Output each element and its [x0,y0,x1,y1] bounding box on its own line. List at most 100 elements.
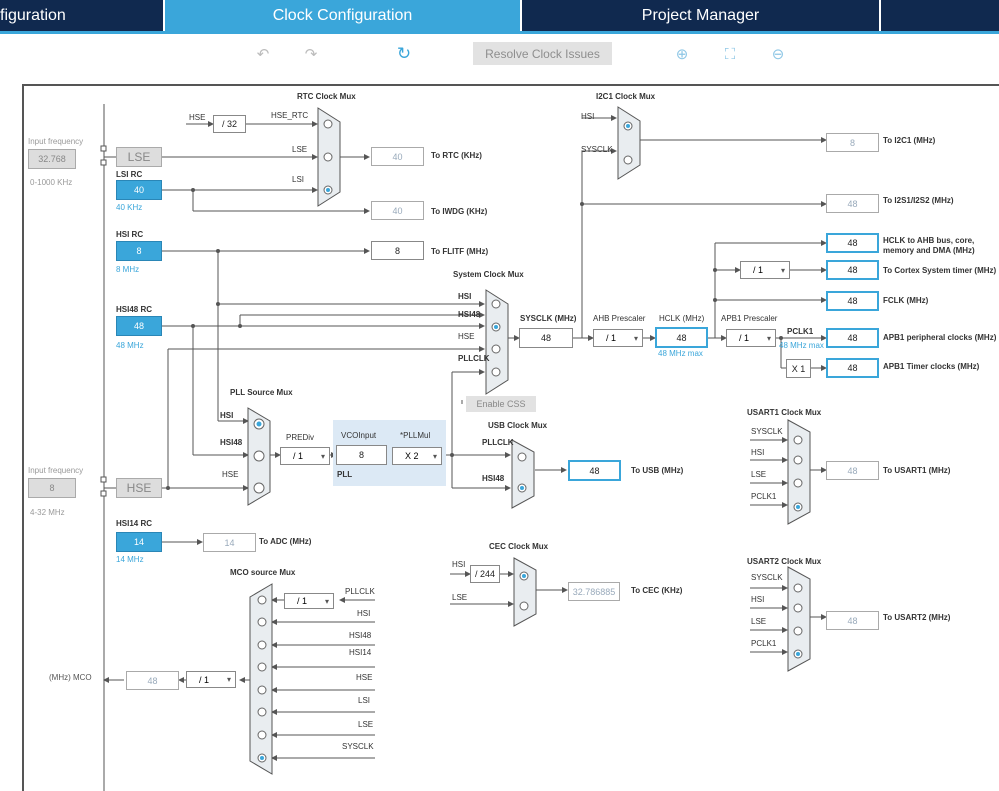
usart2-output-field: 48 [826,611,879,630]
sysmux-hsi-label: HSI [458,292,472,301]
prediv-select[interactable]: / 1 ▾ [280,447,330,465]
pllsrc-hsi-label: HSI [220,411,234,420]
usart1-output-field: 48 [826,461,879,480]
mco-input-hsi: HSI [357,609,371,618]
usb-output-label: To USB (MHz) [631,466,684,475]
vco-input-label: VCOInput [341,431,377,440]
hsi-rc-label: HSI RC [116,230,144,239]
apb1-max-label: 48 MHz max [779,341,824,350]
apb1-timer-multiplier: X 1 [786,359,811,378]
mco-pll-divider-select[interactable]: / 1 ▾ [284,593,334,609]
i2c1-output-field: 8 [826,133,879,152]
apb1-peripheral-output-field[interactable]: 48 [826,328,879,348]
apb1-peripheral-output-label: APB1 peripheral clocks (MHz) [883,333,997,342]
mco-input-sysclk: SYSCLK [342,742,374,751]
lsi-rc-label: LSI RC [116,170,143,179]
hclk-ahb-output-field[interactable]: 48 [826,233,879,253]
rtc-output-field: 40 [371,147,424,166]
cec-mux-title: CEC Clock Mux [489,542,549,551]
hse-range-label: 4-32 MHz [30,508,65,517]
rtc-hse-divider: / 32 [213,115,246,133]
usart2-output-label: To USART2 (MHz) [883,613,951,622]
ahb-prescaler-select[interactable]: / 1 ▾ [593,329,643,347]
cortex-timer-divider-select[interactable]: / 1 ▾ [740,261,790,279]
hse-input-freq-label: Input frequency [28,466,84,475]
hsi-rc-value: 8 [116,241,162,261]
usb-output-field[interactable]: 48 [568,460,621,481]
lse-oscillator[interactable]: LSE [116,147,162,167]
cortex-timer-output-label: To Cortex System timer (MHz) [883,266,997,275]
pllsrc-hse-label: HSE [222,470,239,479]
chevron-down-icon: ▾ [226,675,231,684]
hse-input-freq-field[interactable]: 8 [28,478,76,498]
sysmux-hsi48-label: HSI48 [458,310,481,319]
usart2-input-pclk1: PCLK1 [751,639,777,648]
lse-range-label: 0-1000 KHz [30,178,73,187]
lsi-rc-value: 40 [116,180,162,200]
chevron-down-icon: ▾ [766,333,771,343]
rtc-hse-rtc-label: HSE_RTC [271,111,309,120]
pclk1-label: PCLK1 [787,327,814,336]
apb1-prescaler-label: APB1 Prescaler [721,314,778,323]
rtc-lse-label: LSE [292,145,308,154]
apb1-timer-output-label: APB1 Timer clocks (MHz) [883,362,980,371]
mco-input-pllclk: PLLCLK [345,587,375,596]
usart1-input-sysclk: SYSCLK [751,427,783,436]
apb1-timer-output-field[interactable]: 48 [826,358,879,378]
apb1-prescaler-select[interactable]: / 1 ▾ [726,329,776,347]
enable-css-button[interactable]: Enable CSS [466,396,536,412]
usart2-input-hsi: HSI [751,595,765,604]
mco-input-hse: HSE [356,673,373,682]
adc-output-field: 14 [203,533,256,552]
mco-source-mux-title: MCO source Mux [230,568,296,577]
i2c1-mux-title: I2C1 Clock Mux [596,92,656,101]
fclk-output-field[interactable]: 48 [826,291,879,311]
chevron-down-icon: ▾ [633,333,638,343]
rtc-lsi-label: LSI [292,175,305,184]
cec-lse-label: LSE [452,593,468,602]
lse-input-freq-label: Input frequency [28,137,84,146]
hsi-rc-freq: 8 MHz [116,265,140,274]
mco-divider-select[interactable]: / 1 ▾ [186,671,236,688]
rtc-output-label: To RTC (KHz) [431,151,482,160]
i2c1-output-label: To I2C1 (MHz) [883,136,936,145]
pll-mul-select[interactable]: X 2 ▾ [392,447,442,465]
chevron-down-icon: ▾ [432,451,437,461]
system-clock-mux-title: System Clock Mux [453,270,524,279]
flitf-output-field: 8 [371,241,424,260]
mco-input-hsi48: HSI48 [349,631,372,640]
fclk-output-label: FCLK (MHz) [883,296,929,305]
iwdg-output-label: To IWDG (KHz) [431,207,488,216]
hsi48-rc-label: HSI48 RC [116,305,153,314]
hsi14-rc-value: 14 [116,532,162,552]
usart1-output-label: To USART1 (MHz) [883,466,951,475]
ahb-prescaler-label: AHB Prescaler [593,314,646,323]
usb-mux-title: USB Clock Mux [488,421,548,430]
lse-input-freq-field[interactable]: 32.768 [28,149,76,169]
chevron-down-icon: ▾ [780,265,785,275]
cec-hsi-label: HSI [452,560,466,569]
mco-input-hsi14: HSI14 [349,648,372,657]
hclk-field[interactable]: 48 [655,327,708,348]
chevron-down-icon: ▾ [320,451,325,461]
usart1-mux-title: USART1 Clock Mux [747,408,822,417]
cortex-timer-output-field[interactable]: 48 [826,260,879,280]
usb-pllclk-label: PLLCLK [482,438,514,447]
hclk-label: HCLK (MHz) [659,314,705,323]
pll-label: PLL [337,470,353,479]
vco-input-field: 8 [336,445,387,465]
pllsrc-hsi48-label: HSI48 [220,438,243,447]
prediv-label: PREDiv [286,433,315,442]
flitf-output-label: To FLITF (MHz) [431,247,489,256]
hclk-max-label: 48 MHz max [658,349,703,358]
cec-hsi-divider: / 244 [470,565,500,583]
hclk-ahb-output-label: HCLK to AHB bus, core, memory and DMA (M… [883,236,975,255]
pll-source-mux-title: PLL Source Mux [230,388,293,397]
hsi14-rc-label: HSI14 RC [116,519,153,528]
chevron-down-icon: ▾ [324,596,329,606]
i2s-output-label: To I2S1/I2S2 (MHz) [883,196,954,205]
usart1-input-hsi: HSI [751,448,765,457]
hse-oscillator[interactable]: HSE [116,478,162,498]
mco-input-lsi: LSI [358,696,371,705]
usart2-input-sysclk: SYSCLK [751,573,783,582]
